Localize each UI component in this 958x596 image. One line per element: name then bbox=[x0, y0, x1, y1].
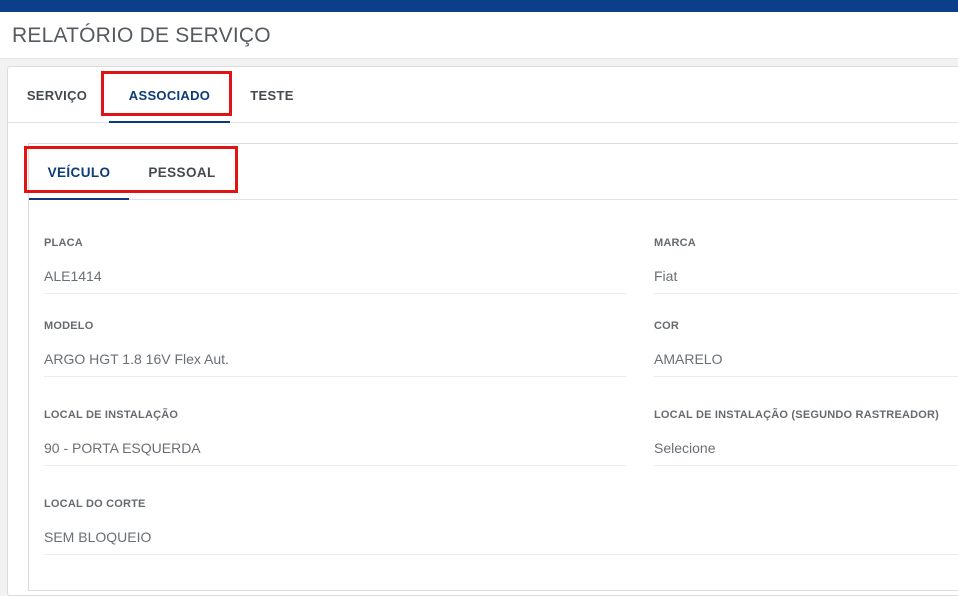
local-instalacao-value[interactable]: 90 - PORTA ESQUERDA bbox=[44, 440, 201, 456]
cor-label: COR bbox=[654, 320, 680, 332]
local-instalacao-divider bbox=[44, 465, 626, 466]
modelo-divider bbox=[44, 376, 626, 377]
modelo-label: MODELO bbox=[44, 320, 94, 332]
vehicle-panel: VEÍCULO PESSOAL PLACA ALE1414 MODELO ARG… bbox=[28, 143, 958, 591]
local-instalacao-rastreador-divider bbox=[654, 465, 958, 466]
marca-label: MARCA bbox=[654, 237, 696, 249]
tab-teste[interactable]: TESTE bbox=[245, 67, 299, 123]
page-header: RELATÓRIO DE SERVIÇO bbox=[0, 12, 958, 59]
page-title: RELATÓRIO DE SERVIÇO bbox=[12, 24, 271, 47]
tab-associado[interactable]: ASSOCIADO bbox=[109, 67, 230, 123]
cor-divider bbox=[654, 376, 958, 377]
top-brand-bar bbox=[0, 0, 958, 12]
tab-servico[interactable]: SERVIÇO bbox=[27, 67, 87, 123]
local-instalacao-rastreador-select[interactable]: Selecione bbox=[654, 440, 716, 456]
marca-divider bbox=[654, 293, 958, 294]
tab-veiculo[interactable]: VEÍCULO bbox=[29, 144, 129, 200]
placa-label: PLACA bbox=[44, 237, 83, 249]
local-corte-label: LOCAL DO CORTE bbox=[44, 498, 146, 510]
report-card: SERVIÇO ASSOCIADO TESTE VEÍCULO PESSOAL … bbox=[7, 66, 958, 596]
modelo-value[interactable]: ARGO HGT 1.8 16V Flex Aut. bbox=[44, 351, 229, 367]
local-corte-value[interactable]: SEM BLOQUEIO bbox=[44, 529, 151, 545]
tab-pessoal[interactable]: PESSOAL bbox=[143, 144, 221, 200]
placa-divider bbox=[44, 293, 626, 294]
marca-value[interactable]: Fiat bbox=[654, 268, 677, 284]
sub-tabs: VEÍCULO PESSOAL bbox=[29, 144, 958, 200]
main-tabs: SERVIÇO ASSOCIADO TESTE bbox=[8, 67, 958, 123]
local-corte-divider bbox=[44, 554, 958, 555]
local-instalacao-rastreador-label: LOCAL DE INSTALAÇÃO (SEGUNDO RASTREADOR) bbox=[654, 409, 940, 421]
cor-value[interactable]: AMARELO bbox=[654, 351, 722, 367]
placa-value[interactable]: ALE1414 bbox=[44, 268, 102, 284]
local-instalacao-label: LOCAL DE INSTALAÇÃO bbox=[44, 409, 179, 421]
